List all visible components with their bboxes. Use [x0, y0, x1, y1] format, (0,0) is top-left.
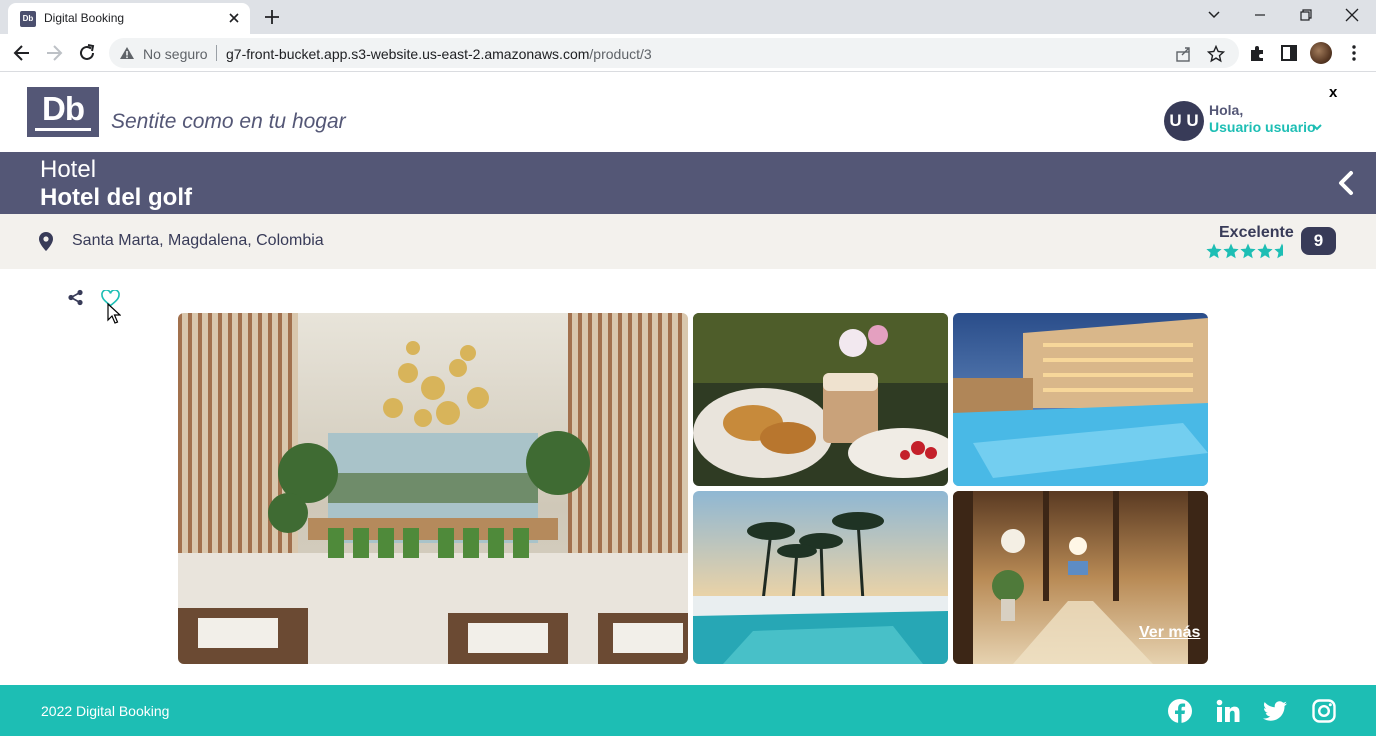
tab-search-icon[interactable]	[1202, 4, 1226, 26]
url-path: /product/3	[589, 46, 652, 62]
twitter-icon[interactable]	[1262, 698, 1288, 724]
product-location: Santa Marta, Magdalena, Colombia	[72, 232, 324, 249]
extensions-icon[interactable]	[1247, 43, 1267, 63]
palm-pool-photo	[693, 491, 948, 664]
security-label[interactable]: No seguro	[143, 46, 208, 62]
browser-tab[interactable]: Db Digital Booking	[8, 3, 250, 34]
gallery-image-palm-pool[interactable]	[693, 491, 948, 664]
see-more-link[interactable]: Ver más	[1139, 624, 1200, 642]
bookmark-star-icon[interactable]	[1207, 45, 1225, 63]
forward-arrow-icon[interactable]	[43, 42, 65, 64]
product-title-bar: Hotel Hotel del golf	[0, 152, 1376, 214]
gallery-main-image[interactable]	[178, 313, 688, 664]
browser-toolbar: No seguro g7-front-bucket.app.s3-website…	[0, 34, 1376, 72]
restore-icon[interactable]	[1294, 4, 1318, 26]
share-icon[interactable]	[67, 289, 84, 306]
tab-favicon: Db	[20, 11, 36, 27]
chevron-down-icon[interactable]	[1311, 121, 1323, 133]
breakfast-photo	[693, 313, 948, 486]
share-page-icon[interactable]	[1175, 45, 1193, 63]
half-star-icon	[1274, 243, 1283, 259]
gallery-image-hallway[interactable]: Ver más	[953, 491, 1208, 664]
user-greeting: Hola,	[1209, 102, 1244, 118]
rating-label: Excelente	[1219, 224, 1294, 241]
browser-menu-icon[interactable]	[1344, 43, 1364, 63]
close-window-icon[interactable]	[1340, 4, 1364, 26]
url-host: g7-front-bucket.app.s3-website.us-east-2…	[226, 46, 590, 62]
location-bar: Santa Marta, Magdalena, Colombia Excelen…	[0, 214, 1376, 269]
side-panel-icon[interactable]	[1279, 43, 1299, 63]
star-icon	[1240, 243, 1256, 259]
site-footer: 2022 Digital Booking	[0, 685, 1376, 736]
profile-avatar[interactable]	[1310, 42, 1332, 64]
omnibox-separator	[216, 45, 217, 61]
browser-tabstrip: Db Digital Booking	[0, 0, 1376, 34]
facebook-icon[interactable]	[1167, 698, 1193, 724]
back-chevron-icon[interactable]	[1334, 168, 1358, 198]
warning-icon[interactable]	[119, 46, 135, 60]
footer-copyright: 2022 Digital Booking	[41, 703, 170, 719]
url-text[interactable]: g7-front-bucket.app.s3-website.us-east-2…	[226, 46, 652, 62]
back-arrow-icon[interactable]	[11, 42, 33, 64]
star-icon	[1206, 243, 1222, 259]
mouse-cursor-icon	[107, 303, 121, 324]
pool-night-photo	[953, 313, 1208, 486]
lobby-dining-photo	[178, 313, 688, 664]
tab-title: Digital Booking	[44, 11, 125, 25]
new-tab-icon[interactable]	[262, 7, 282, 27]
rating-score-badge: 9	[1301, 227, 1336, 255]
reload-icon[interactable]	[76, 42, 98, 64]
site-header: Db Sentite como en tu hogar U U Hola, Us…	[0, 72, 1376, 152]
gallery-image-breakfast[interactable]	[693, 313, 948, 486]
minimize-icon[interactable]	[1248, 4, 1272, 26]
location-pin-icon	[39, 232, 53, 251]
site-logo[interactable]: Db	[27, 87, 99, 137]
linkedin-icon[interactable]	[1215, 698, 1241, 724]
star-icon	[1223, 243, 1239, 259]
gallery-image-pool-night[interactable]	[953, 313, 1208, 486]
rating-stars	[1206, 243, 1283, 259]
logout-button[interactable]: x	[1329, 84, 1337, 101]
close-tab-icon[interactable]	[225, 9, 243, 27]
user-name[interactable]: Usuario usuario	[1209, 119, 1316, 135]
product-category: Hotel	[40, 156, 97, 183]
product-name: Hotel del golf	[40, 184, 192, 211]
star-icon	[1257, 243, 1273, 259]
slogan: Sentite como en tu hogar	[111, 110, 346, 133]
address-bar[interactable]: No seguro g7-front-bucket.app.s3-website…	[109, 38, 1239, 68]
instagram-icon[interactable]	[1311, 698, 1337, 724]
user-avatar[interactable]: U U	[1164, 101, 1204, 141]
